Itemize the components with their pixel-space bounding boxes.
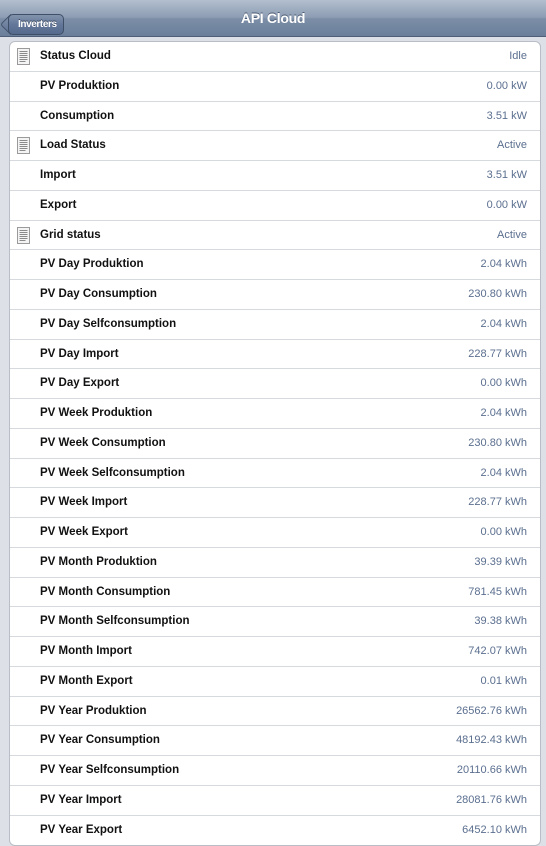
- table-row[interactable]: PV Year Export 6452.10 kWh: [10, 816, 540, 846]
- row-label: PV Day Export: [40, 377, 120, 390]
- row-label: PV Day Produktion: [40, 258, 144, 271]
- row-label: Load Status: [40, 139, 106, 152]
- row-value: 781.45 kWh: [468, 585, 527, 598]
- row-value: 0.00 kWh: [480, 526, 527, 538]
- row-label: PV Year Selfconsumption: [40, 764, 180, 776]
- row-label: PV Year Import: [40, 793, 122, 806]
- table-row[interactable]: PV Week Export 0.00 kWh: [10, 518, 540, 548]
- row-label: PV Produktion: [40, 79, 120, 92]
- table-row[interactable]: Consumption 3.51 kW: [10, 102, 540, 132]
- row-label: PV Month Selfconsumption: [40, 615, 190, 628]
- table-row[interactable]: PV Year Consumption 48192.43 kWh: [10, 726, 540, 756]
- table-row[interactable]: PV Month Produktion 39.39 kWh: [10, 548, 540, 578]
- row-label: PV Week Consumption: [40, 436, 166, 449]
- row-value: Active: [497, 139, 527, 152]
- row-value: 2.04 kWh: [480, 466, 527, 479]
- navigation-bar: Inverters API Cloud: [0, 0, 546, 37]
- row-value: 228.77 kWh: [468, 347, 527, 360]
- row-label: PV Year Produktion: [40, 704, 147, 717]
- row-value: 2.04 kWh: [480, 258, 527, 271]
- table-row[interactable]: PV Month Export 0.01 kWh: [10, 667, 540, 697]
- table-row[interactable]: PV Produktion 0.00 kW: [10, 72, 540, 102]
- row-label: PV Week Selfconsumption: [40, 466, 185, 479]
- table-row[interactable]: Status Cloud Idle: [10, 42, 540, 72]
- row-label: PV Year Consumption: [40, 734, 160, 747]
- row-label: Import: [40, 169, 76, 181]
- table-row[interactable]: Import 3.51 kW: [10, 161, 540, 191]
- row-label: PV Month Consumption: [40, 585, 171, 598]
- row-label: Status Cloud: [40, 50, 111, 62]
- table-row[interactable]: PV Month Consumption 781.45 kWh: [10, 578, 540, 608]
- row-label: PV Year Export: [40, 823, 123, 836]
- table-row[interactable]: PV Year Selfconsumption 20110.66 kWh: [10, 756, 540, 786]
- table-row[interactable]: Load Status Active: [10, 131, 540, 161]
- row-label: Export: [40, 198, 77, 211]
- row-value: 230.80 kWh: [468, 288, 527, 300]
- row-value: 28081.76 kWh: [456, 793, 527, 806]
- row-value: 26562.76 kWh: [456, 704, 527, 717]
- row-value: 39.39 kWh: [474, 555, 527, 568]
- table-row[interactable]: PV Day Selfconsumption 2.04 kWh: [10, 310, 540, 340]
- table-row[interactable]: Grid status Active: [10, 221, 540, 251]
- table-row[interactable]: PV Week Import 228.77 kWh: [10, 488, 540, 518]
- row-value: 0.01 kWh: [480, 674, 527, 687]
- table-row[interactable]: PV Day Consumption 230.80 kWh: [10, 280, 540, 310]
- row-value: 20110.66 kWh: [456, 764, 527, 776]
- table-row[interactable]: PV Week Produktion 2.04 kWh: [10, 399, 540, 429]
- row-label: PV Day Selfconsumption: [40, 317, 177, 330]
- row-value: 0.00 kW: [486, 79, 527, 92]
- row-value: 230.80 kWh: [468, 436, 527, 449]
- row-value: Active: [497, 228, 527, 241]
- row-label: PV Week Import: [40, 496, 128, 509]
- row-value: 0.00 kWh: [480, 377, 527, 390]
- row-value: 39.38 kWh: [474, 615, 527, 628]
- row-value: 3.51 kW: [486, 169, 527, 181]
- row-label: Grid status: [40, 228, 101, 241]
- row-label: PV Day Consumption: [40, 288, 157, 300]
- row-value: 742.07 kWh: [468, 645, 527, 657]
- row-label: Consumption: [40, 109, 115, 122]
- table-row[interactable]: PV Month Selfconsumption 39.38 kWh: [10, 607, 540, 637]
- row-value: Idle: [509, 50, 527, 62]
- table-row[interactable]: PV Year Produktion 26562.76 kWh: [10, 697, 540, 727]
- row-value: 228.77 kWh: [468, 496, 527, 509]
- table-row[interactable]: PV Day Export 0.00 kWh: [10, 369, 540, 399]
- table-row[interactable]: Export 0.00 kW: [10, 191, 540, 221]
- page-title: API Cloud: [240, 10, 306, 26]
- row-value: 2.04 kWh: [480, 317, 527, 330]
- row-label: PV Week Export: [40, 526, 128, 538]
- row-label: PV Month Import: [40, 645, 132, 657]
- row-label: PV Week Produktion: [40, 407, 153, 419]
- data-table: Status Cloud Idle PV Produktion 0.00 kW Co…: [9, 41, 541, 846]
- table-row[interactable]: PV Week Consumption 230.80 kWh: [10, 429, 540, 459]
- row-value: 2.04 kWh: [480, 407, 527, 419]
- back-button[interactable]: Inverters: [8, 14, 64, 35]
- row-value: 0.00 kW: [486, 198, 527, 211]
- row-label: PV Month Export: [40, 674, 133, 687]
- table-row[interactable]: PV Month Import 742.07 kWh: [10, 637, 540, 667]
- table-row[interactable]: PV Day Produktion 2.04 kWh: [10, 250, 540, 280]
- row-value: 3.51 kW: [486, 109, 527, 122]
- row-label: PV Month Produktion: [40, 555, 157, 568]
- table-row[interactable]: PV Day Import 228.77 kWh: [10, 340, 540, 370]
- row-value: 6452.10 kWh: [462, 823, 527, 836]
- table-row[interactable]: PV Week Selfconsumption 2.04 kWh: [10, 459, 540, 489]
- row-value: 48192.43 kWh: [456, 734, 527, 747]
- table-row[interactable]: PV Year Import 28081.76 kWh: [10, 786, 540, 816]
- row-label: PV Day Import: [40, 347, 119, 360]
